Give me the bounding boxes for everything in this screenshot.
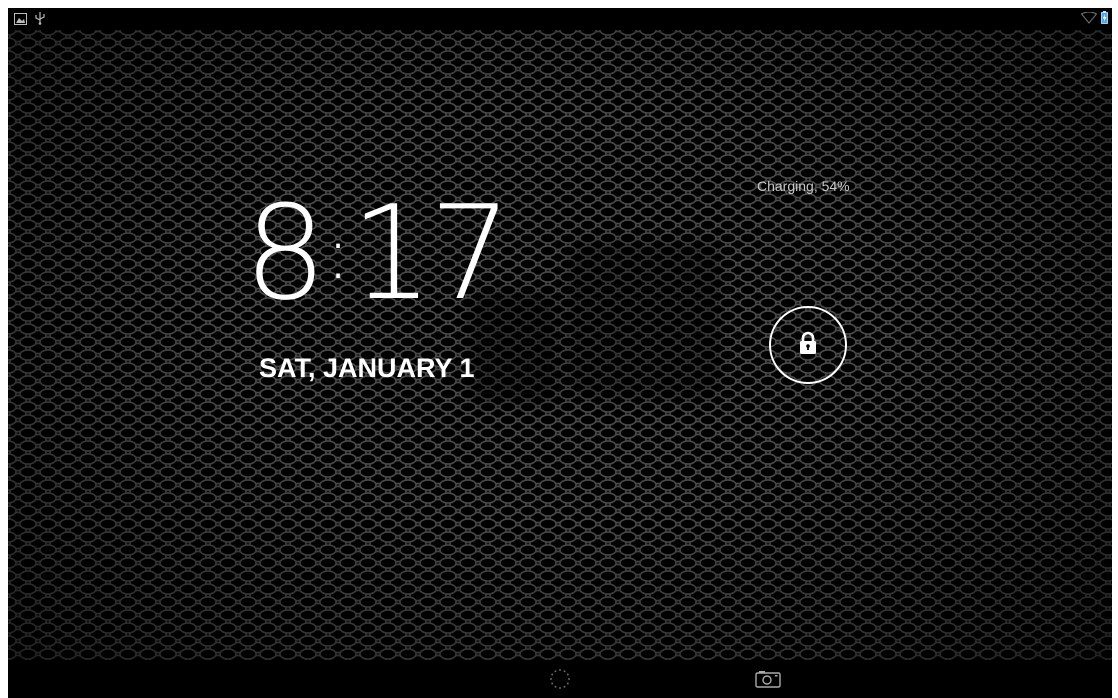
- clock-hours: 8: [244, 177, 327, 329]
- wifi-icon: [1080, 11, 1098, 29]
- clock-minutes: 17: [350, 177, 512, 329]
- battery-charging-icon: [1101, 11, 1108, 29]
- camera-button[interactable]: [755, 670, 781, 693]
- navigation-bar: [8, 660, 1112, 698]
- status-left-icons: [14, 11, 45, 30]
- lockscreen-date: SAT, JANUARY 1: [259, 353, 475, 383]
- lockscreen-clock: 8:17: [244, 188, 512, 318]
- google-now-button[interactable]: [549, 668, 571, 695]
- google-now-ring-icon: [549, 668, 571, 695]
- padlock-icon: [798, 331, 818, 360]
- camera-icon: [755, 670, 781, 693]
- wallpaper: [8, 30, 1112, 660]
- status-right-icons: [1080, 11, 1108, 29]
- wallpaper-shadow-panel: [578, 252, 710, 388]
- charging-status: Charging, 54%: [757, 178, 850, 194]
- clock-separator: :: [325, 211, 350, 295]
- lockscreen: 8:17 SAT, JANUARY 1 Charging, 54%: [8, 8, 1112, 698]
- hexagon-mesh-pattern: [8, 30, 1112, 660]
- image-notification-icon: [14, 12, 27, 30]
- status-bar: [8, 8, 1112, 30]
- usb-icon: [35, 11, 45, 30]
- unlock-handle[interactable]: [769, 306, 847, 384]
